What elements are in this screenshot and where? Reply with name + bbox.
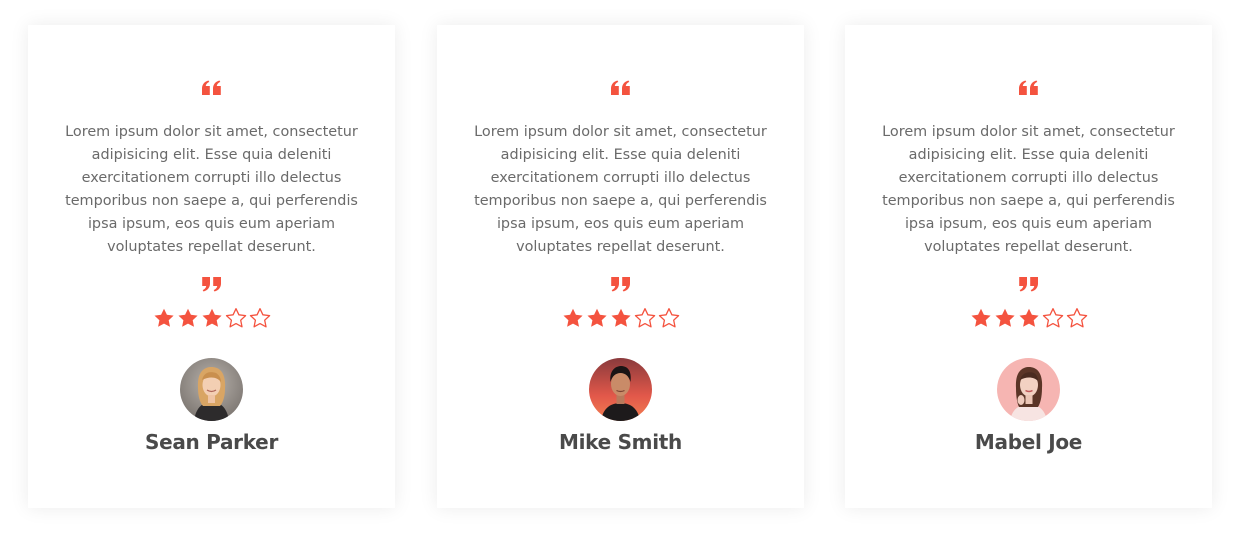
reviewer-name: Mike Smith	[559, 430, 682, 454]
woman-brunette-avatar-icon	[996, 358, 1060, 421]
star-filled-icon	[177, 307, 199, 329]
star-filled-icon	[610, 307, 632, 329]
star-rating	[437, 307, 804, 329]
star-empty-icon	[1066, 307, 1088, 329]
star-rating	[845, 307, 1212, 329]
star-filled-icon	[970, 307, 992, 329]
testimonial-text: Lorem ipsum dolor sit amet, consectetur …	[474, 124, 767, 255]
avatar	[179, 358, 243, 421]
star-empty-icon	[249, 307, 271, 329]
quote-close-icon	[28, 276, 395, 300]
testimonial-card: Lorem ipsum dolor sit amet, consectetur …	[845, 25, 1212, 508]
quote-close-icon	[845, 276, 1212, 300]
quote-close-icon	[437, 276, 804, 300]
testimonial-card: Lorem ipsum dolor sit amet, consectetur …	[28, 25, 395, 508]
star-filled-icon	[562, 307, 584, 329]
reviewer-name: Mabel Joe	[974, 430, 1083, 454]
star-filled-icon	[201, 307, 223, 329]
star-filled-icon	[153, 307, 175, 329]
star-filled-icon	[994, 307, 1016, 329]
quote-open-icon	[28, 80, 395, 120]
testimonials-section: Lorem ipsum dolor sit amet, consectetur …	[0, 0, 1250, 536]
man-dark-hair-avatar-icon	[588, 358, 652, 421]
star-empty-icon	[634, 307, 656, 329]
quote-open-icon	[845, 80, 1212, 120]
avatar	[588, 358, 652, 421]
star-filled-icon	[586, 307, 608, 329]
star-empty-icon	[225, 307, 247, 329]
star-empty-icon	[1042, 307, 1064, 329]
star-empty-icon	[658, 307, 680, 329]
testimonial-text: Lorem ipsum dolor sit amet, consectetur …	[65, 124, 358, 255]
quote-open-icon	[437, 80, 804, 120]
woman-blonde-avatar-icon	[179, 358, 243, 421]
star-filled-icon	[1018, 307, 1040, 329]
reviewer-name: Sean Parker	[144, 430, 279, 454]
testimonial-card: Lorem ipsum dolor sit amet, consectetur …	[437, 25, 804, 508]
avatar	[996, 358, 1060, 421]
star-rating	[28, 307, 395, 329]
testimonial-text: Lorem ipsum dolor sit amet, consectetur …	[882, 124, 1175, 255]
